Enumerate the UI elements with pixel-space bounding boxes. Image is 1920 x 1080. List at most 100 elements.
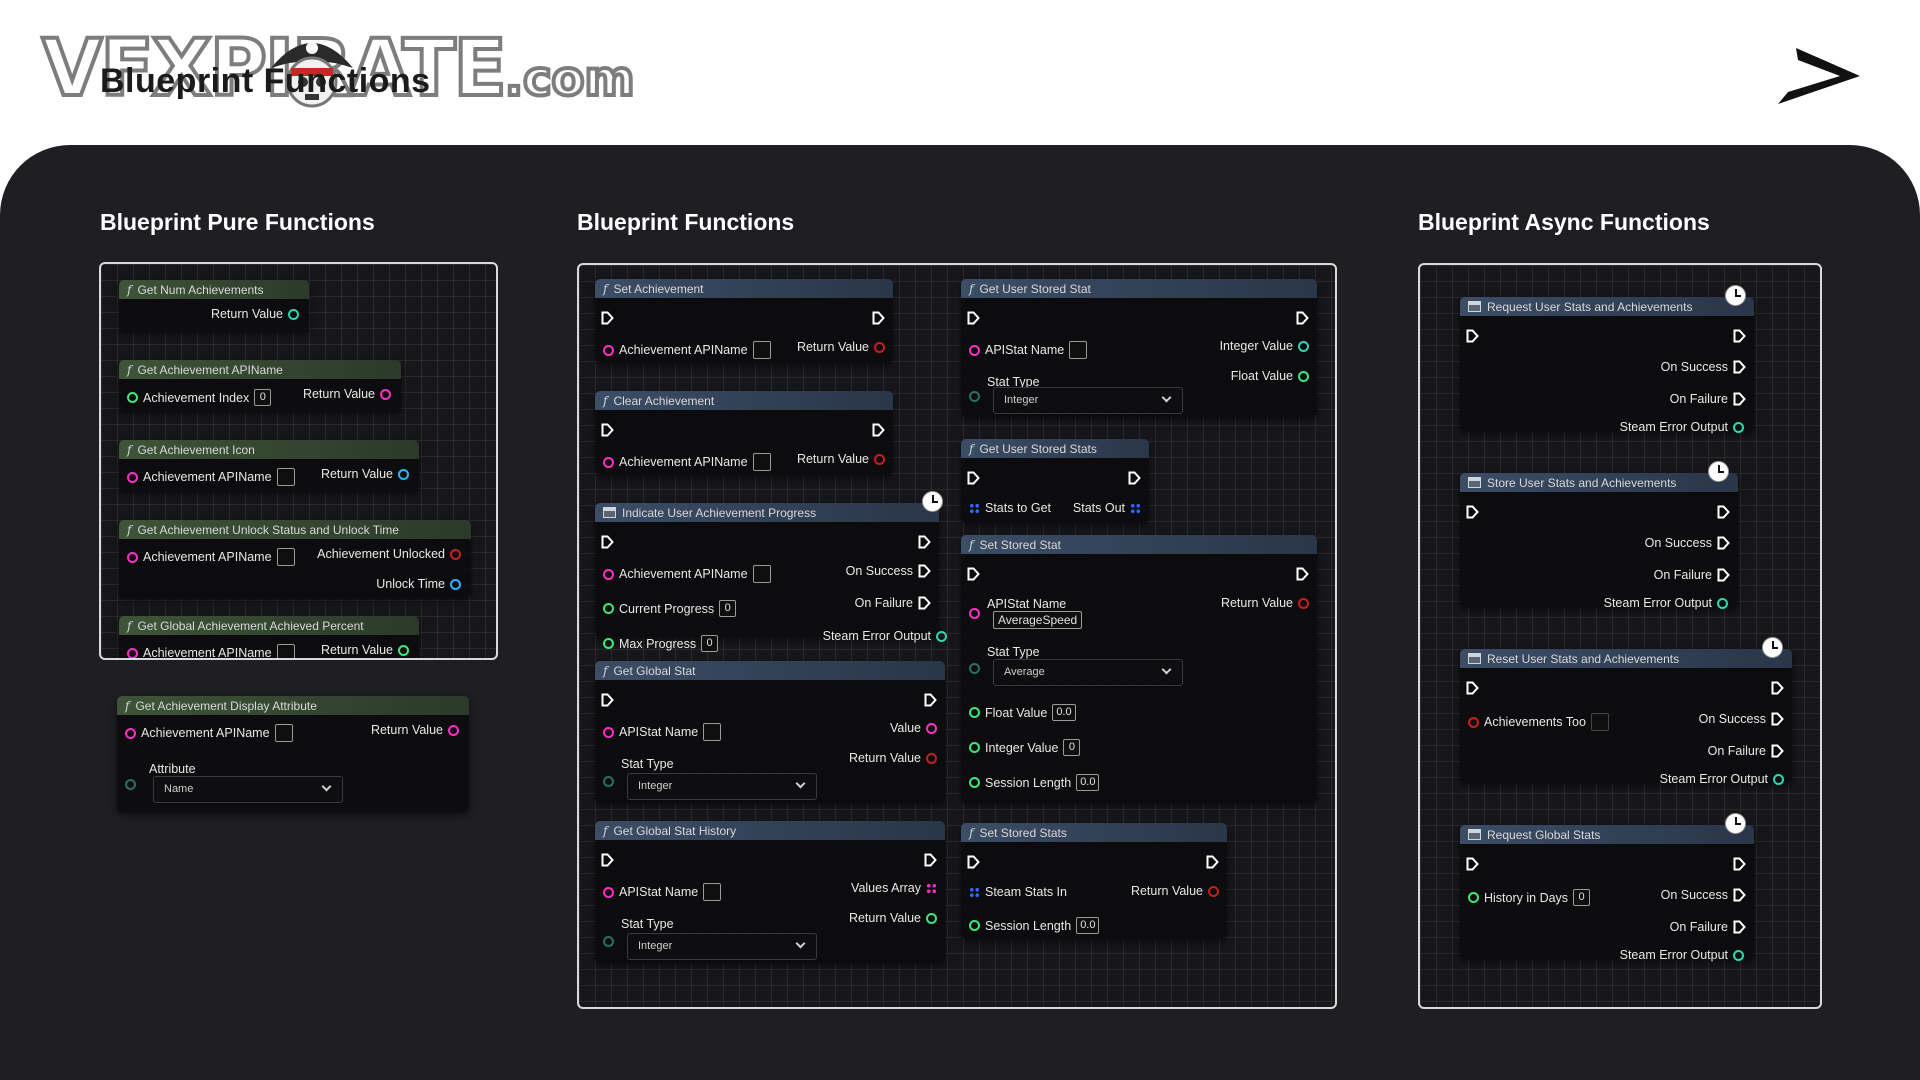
node-get-achievement-display-attribute[interactable]: f Get Achievement Display Attribute Achie… bbox=[117, 696, 469, 812]
pin-dot[interactable] bbox=[125, 727, 136, 739]
exec-in-icon[interactable] bbox=[601, 693, 614, 707]
array-pin-icon[interactable] bbox=[926, 882, 937, 894]
pin-dot[interactable] bbox=[1298, 370, 1309, 382]
pin-dot[interactable] bbox=[127, 551, 138, 563]
session-length-input[interactable]: 0.0 bbox=[1076, 774, 1100, 791]
exec-in-icon[interactable] bbox=[1466, 505, 1479, 519]
exec-in-icon[interactable] bbox=[1466, 681, 1479, 695]
pin-session-length[interactable]: Session Length 0.0 bbox=[969, 917, 1100, 934]
pin-dot[interactable] bbox=[288, 308, 299, 320]
exec-in-icon[interactable] bbox=[601, 535, 614, 549]
pin-return-value[interactable]: Return Value bbox=[849, 751, 937, 765]
pin-dot[interactable] bbox=[450, 578, 461, 590]
pin-dot[interactable] bbox=[1208, 885, 1219, 897]
array-pin-icon[interactable] bbox=[969, 886, 980, 898]
exec-in-icon[interactable] bbox=[967, 471, 980, 485]
node-set-stored-stat[interactable]: f Set Stored Stat APIStat Name AverageSpe… bbox=[961, 535, 1317, 803]
exec-out-icon[interactable] bbox=[1733, 329, 1746, 343]
exec-in-icon[interactable] bbox=[601, 311, 614, 325]
exec-in-icon[interactable] bbox=[967, 311, 980, 325]
pin-dot[interactable] bbox=[926, 722, 937, 734]
pin-return-value[interactable]: Return Value bbox=[321, 643, 409, 657]
exec-out-icon[interactable] bbox=[1771, 712, 1784, 726]
node-get-user-stored-stat[interactable]: f Get User Stored Stat APIStat Name Stat … bbox=[961, 279, 1317, 417]
pin-dot[interactable] bbox=[1733, 421, 1744, 433]
attribute-dropdown[interactable]: Name bbox=[153, 776, 343, 803]
pin-steam-error-output[interactable]: Steam Error Output bbox=[1570, 596, 1728, 610]
pin-dot[interactable] bbox=[1298, 597, 1309, 609]
pin-achievement-unlocked[interactable]: Achievement Unlocked bbox=[317, 547, 461, 561]
node-indicate-user-achievement-progress[interactable]: Indicate User Achievement Progress Achie… bbox=[595, 503, 939, 637]
pin-steam-error-output[interactable]: Steam Error Output bbox=[1620, 772, 1784, 786]
history-days-input[interactable]: 0 bbox=[1573, 889, 1591, 906]
exec-in-icon[interactable] bbox=[1466, 857, 1479, 871]
pin-session-length[interactable]: Session Length 0.0 bbox=[969, 774, 1100, 791]
pin-return-value[interactable]: Return Value bbox=[797, 340, 885, 354]
exec-out-icon[interactable] bbox=[1733, 392, 1746, 406]
pin-values-array[interactable]: Values Array bbox=[851, 881, 937, 895]
node-set-achievement[interactable]: f Set Achievement Achievement APIName Ret… bbox=[595, 279, 893, 363]
pin-dot[interactable] bbox=[936, 630, 947, 642]
max-progress-input[interactable]: 0 bbox=[701, 635, 719, 652]
exec-out-icon[interactable] bbox=[1771, 744, 1784, 758]
exec-in-icon[interactable] bbox=[967, 855, 980, 869]
pin-float-value[interactable]: Float Value 0.0 bbox=[969, 704, 1076, 721]
pin-dot[interactable] bbox=[398, 468, 409, 480]
exec-out-icon[interactable] bbox=[872, 423, 885, 437]
pin-apistat-name[interactable]: APIStat Name bbox=[603, 723, 722, 741]
apistat-name-input[interactable] bbox=[703, 723, 722, 741]
pin-dot[interactable] bbox=[969, 707, 980, 718]
pin-steam-stats-in[interactable]: Steam Stats In bbox=[969, 885, 1067, 899]
pin-dot[interactable] bbox=[1733, 949, 1744, 961]
exec-in-icon[interactable] bbox=[601, 423, 614, 437]
node-get-num-achievements[interactable]: f Get Num Achievements Return Value bbox=[119, 280, 309, 332]
exec-in-icon[interactable] bbox=[967, 567, 980, 581]
pin-dot[interactable] bbox=[127, 647, 138, 658]
session-length-input[interactable]: 0.0 bbox=[1076, 917, 1100, 934]
pin-on-success[interactable]: On Success bbox=[1661, 888, 1746, 902]
node-get-user-stored-stats[interactable]: f Get User Stored Stats Stats to Get Stat… bbox=[961, 439, 1149, 523]
pin-achievement-apiname[interactable]: Achievement APIName bbox=[127, 468, 295, 486]
exec-in-icon[interactable] bbox=[601, 853, 614, 867]
pin-on-success[interactable]: On Success bbox=[846, 564, 931, 578]
pin-dot[interactable] bbox=[603, 638, 614, 649]
pin-dot[interactable] bbox=[969, 663, 980, 674]
pin-dot[interactable] bbox=[969, 391, 980, 402]
pin-on-failure[interactable]: On Failure bbox=[1708, 744, 1784, 758]
apiname-input[interactable] bbox=[274, 724, 293, 742]
exec-out-icon[interactable] bbox=[1733, 360, 1746, 374]
exec-out-icon[interactable] bbox=[1128, 471, 1141, 485]
pin-dot[interactable] bbox=[380, 388, 391, 400]
achievements-too-checkbox[interactable] bbox=[1590, 713, 1609, 731]
exec-out-icon[interactable] bbox=[1733, 857, 1746, 871]
exec-out-icon[interactable] bbox=[1717, 536, 1730, 550]
apistat-name-input[interactable] bbox=[1069, 341, 1088, 359]
exec-out-icon[interactable] bbox=[872, 311, 885, 325]
node-get-global-achievement-percent[interactable]: f Get Global Achievement Achieved Percent… bbox=[119, 616, 419, 658]
pin-dot[interactable] bbox=[969, 344, 980, 356]
exec-out-icon[interactable] bbox=[1296, 567, 1309, 581]
exec-out-icon[interactable] bbox=[1206, 855, 1219, 869]
exec-out-icon[interactable] bbox=[924, 693, 937, 707]
pin-dot[interactable] bbox=[969, 920, 980, 931]
pin-dot[interactable] bbox=[603, 936, 614, 947]
pin-return-value[interactable]: Return Value bbox=[371, 723, 459, 737]
pin-steam-error-output[interactable]: Steam Error Output bbox=[795, 629, 947, 643]
node-set-stored-stats[interactable]: f Set Stored Stats Steam Stats In Session… bbox=[961, 823, 1227, 939]
exec-out-icon[interactable] bbox=[924, 853, 937, 867]
pin-dot[interactable] bbox=[603, 568, 614, 580]
exec-out-icon[interactable] bbox=[1296, 311, 1309, 325]
pin-stats-to-get[interactable]: Stats to Get bbox=[969, 501, 1051, 515]
node-get-achievement-icon[interactable]: f Get Achievement Icon Achievement APINam… bbox=[119, 440, 419, 492]
pin-dot[interactable] bbox=[969, 742, 980, 753]
stat-type-dropdown[interactable]: Integer bbox=[627, 773, 817, 800]
pin-value[interactable]: Value bbox=[890, 721, 937, 735]
pin-on-success[interactable]: On Success bbox=[1699, 712, 1784, 726]
pin-history-in-days[interactable]: History in Days 0 bbox=[1468, 889, 1591, 906]
node-request-global-stats[interactable]: Request Global Stats History in Days 0 On… bbox=[1460, 825, 1754, 959]
node-get-achievement-unlock-status[interactable]: f Get Achievement Unlock Status and Unloc… bbox=[119, 520, 471, 598]
pin-dot[interactable] bbox=[127, 471, 138, 483]
pin-steam-error-output[interactable]: Steam Error Output bbox=[1590, 420, 1744, 434]
pin-dot[interactable] bbox=[603, 776, 614, 787]
exec-out-icon[interactable] bbox=[1771, 681, 1784, 695]
